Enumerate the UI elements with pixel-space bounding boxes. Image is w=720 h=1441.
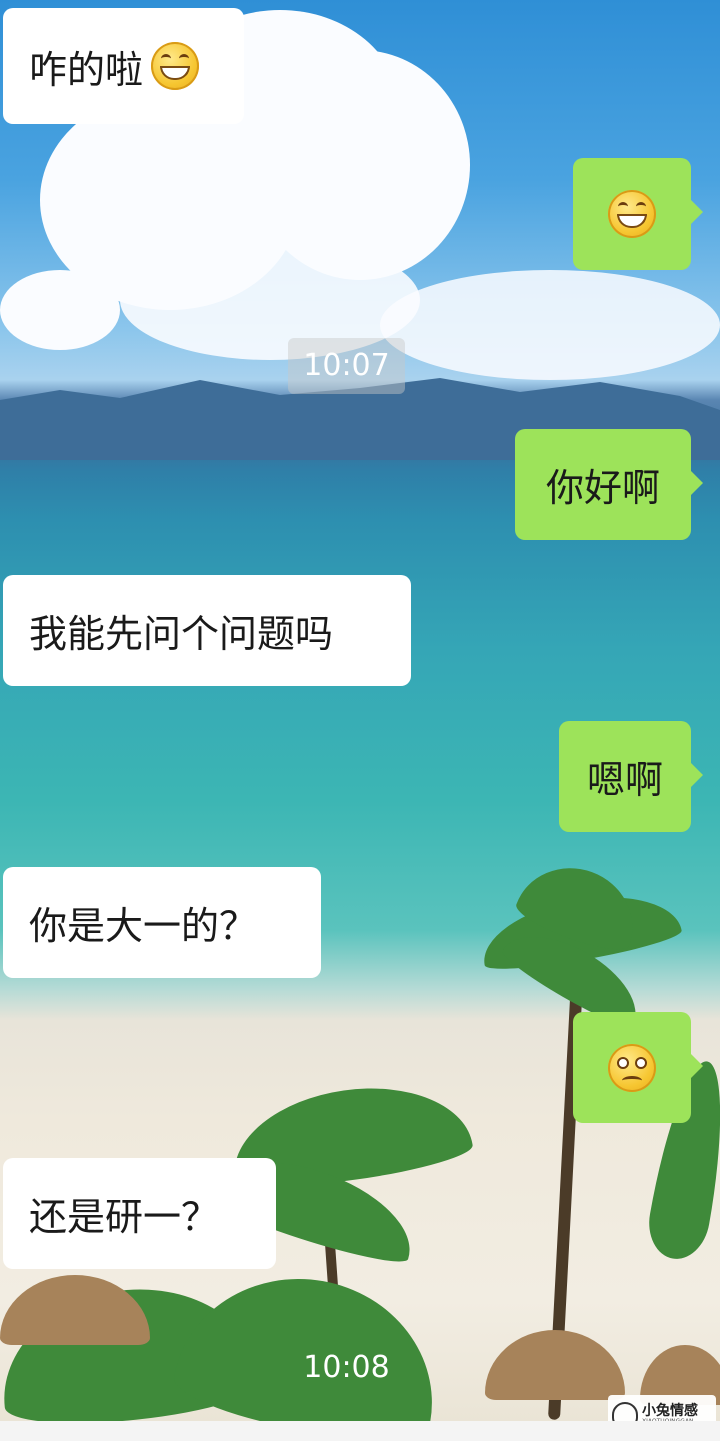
message-text: 你是大一的？ [29,904,258,948]
grin-icon [151,42,200,90]
timestamp: 10:08 [303,1350,390,1385]
message-text: 咋的啦 [29,47,144,92]
grin-icon [608,190,656,238]
timestamp: 10:07 [288,338,405,394]
incoming-message-bubble[interactable]: 咋的啦 [3,8,244,124]
message-text: 我能先问个问题吗 [29,612,334,656]
outgoing-message-bubble[interactable]: 嗯啊 [559,721,703,832]
message-text: 你好啊 [545,466,660,510]
incoming-message-bubble[interactable]: 还是研一？ [3,1158,276,1269]
bottom-strip [0,1421,720,1441]
outgoing-message-bubble[interactable] [573,1012,703,1123]
incoming-message-bubble[interactable]: 你是大一的？ [3,867,321,978]
message-text: 嗯啊 [586,758,663,802]
outgoing-message-bubble[interactable]: 你好啊 [515,429,703,540]
outgoing-message-bubble[interactable] [573,158,703,270]
watermark-title: 小兔情感 [642,1403,698,1419]
message-text: 还是研一？ [29,1195,220,1239]
worried-face-icon [608,1043,656,1092]
incoming-message-bubble[interactable]: 我能先问个问题吗 [3,575,411,686]
